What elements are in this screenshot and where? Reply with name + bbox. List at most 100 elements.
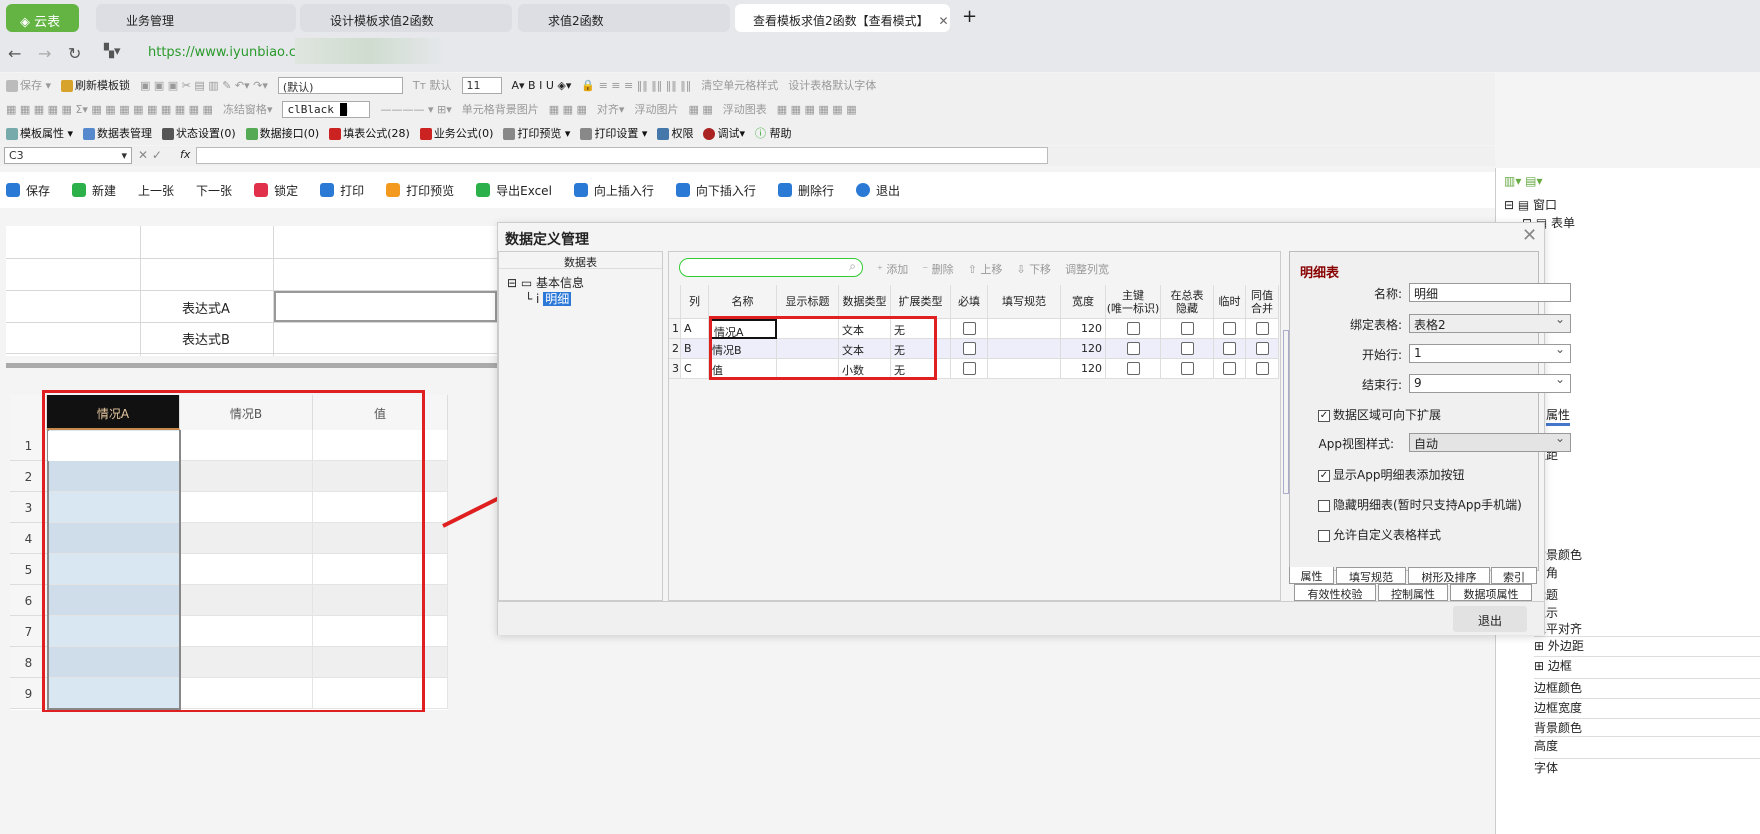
name-label: 名称:: [1373, 287, 1402, 301]
data-definition-dialog: 数据定义管理 ✕ 数据表 ⊟ ▭ 基本信息 └ i 明细 ⌕ ⁺ 添加 ⁻ 删除…: [497, 222, 1571, 635]
grid-cell[interactable]: [1246, 319, 1279, 339]
move-down-button[interactable]: ⇩ 下移: [1016, 261, 1051, 277]
grid-column-header[interactable]: 宽度: [1061, 285, 1106, 319]
grid-checkbox[interactable]: [1126, 322, 1140, 335]
grid-column-header[interactable]: 扩展类型: [891, 285, 951, 319]
delete-button[interactable]: ⁻ 删除: [922, 261, 953, 277]
grid-checkbox[interactable]: [1255, 362, 1269, 375]
grid-cell-text: 120: [1081, 342, 1102, 355]
grid-column-header[interactable]: 列: [681, 285, 709, 319]
app-view-label: App视图样式:: [1318, 437, 1395, 451]
datatable-panel: 数据表 ⊟ ▭ 基本信息 └ i 明细: [498, 251, 663, 601]
tree-basic-info[interactable]: ⊟ ▭ 基本信息: [507, 274, 584, 291]
grid-cell[interactable]: 120: [1061, 319, 1106, 339]
grid-cell-text: 120: [1081, 362, 1102, 375]
grid-cell[interactable]: [988, 359, 1061, 379]
grid-cell[interactable]: [988, 319, 1061, 339]
grid-checkbox[interactable]: [1180, 342, 1194, 355]
grid-cell[interactable]: A: [681, 319, 709, 339]
tab-index[interactable]: 索引: [1491, 567, 1537, 584]
grid-column-header[interactable]: 必填: [951, 285, 988, 319]
grid-checkbox[interactable]: [1223, 322, 1236, 335]
tab-validation[interactable]: 有效性校验: [1294, 584, 1376, 601]
hide-detail-checkbox[interactable]: 隐藏明细表(暂时只支持App手机端): [1318, 496, 1522, 513]
app-view-select[interactable]: 自动: [1409, 431, 1571, 452]
grid-cell[interactable]: 120: [1061, 339, 1106, 359]
grid-checkbox[interactable]: [1223, 342, 1236, 355]
grid-column-header[interactable]: 数据类型: [839, 285, 891, 319]
grid-cell[interactable]: 120: [1061, 359, 1106, 379]
grid-cell[interactable]: [1161, 339, 1214, 359]
tab-item-props[interactable]: 数据项属性: [1450, 584, 1532, 601]
grid-checkbox[interactable]: [1255, 322, 1269, 335]
tree-detail[interactable]: └ i 明细: [525, 290, 572, 307]
search-icon: ⌕: [849, 259, 856, 273]
grid-cell[interactable]: 2: [669, 339, 681, 359]
grid-cell[interactable]: [1214, 319, 1246, 339]
grid-column-header[interactable]: 主键 (唯一标识): [1106, 285, 1161, 319]
grid-cell[interactable]: [1106, 339, 1161, 359]
grid-column-header[interactable]: [669, 285, 681, 319]
grid-toolbar: ⁺ 添加 ⁻ 删除 ⇧ 上移 ⇩ 下移 调整列宽: [877, 261, 1109, 277]
grid-column-header[interactable]: 填写规范: [988, 285, 1061, 319]
grid-column-header[interactable]: 名称: [709, 285, 777, 319]
grid-cell[interactable]: [1106, 319, 1161, 339]
grid-cell[interactable]: [1246, 359, 1279, 379]
expand-checkbox[interactable]: ✓ 数据区域可向下扩展: [1318, 406, 1441, 423]
grid-checkbox[interactable]: [1223, 362, 1236, 375]
grid-cell[interactable]: C: [681, 359, 709, 379]
name-input[interactable]: 明细: [1409, 283, 1571, 302]
grid-cell[interactable]: [1106, 359, 1161, 379]
grid-cell-text: 120: [1081, 322, 1102, 335]
grid-checkbox[interactable]: [962, 322, 976, 335]
tab-properties[interactable]: 属性: [1289, 567, 1334, 584]
grid-checkbox[interactable]: [962, 362, 976, 375]
grid-checkbox[interactable]: [1126, 342, 1140, 355]
grid-cell[interactable]: [1161, 319, 1214, 339]
grid-column-header[interactable]: 同值 合并: [1246, 285, 1279, 319]
grid-checkbox[interactable]: [1126, 362, 1140, 375]
grid-checkbox[interactable]: [1180, 362, 1194, 375]
end-row-select[interactable]: 9: [1409, 372, 1571, 393]
close-icon[interactable]: ✕: [1522, 225, 1537, 246]
grid-column-header[interactable]: 临时: [1214, 285, 1246, 319]
grid-cell[interactable]: B: [681, 339, 709, 359]
start-row-label: 开始行:: [1361, 348, 1402, 362]
grid-cell[interactable]: 3: [669, 359, 681, 379]
bind-table-select[interactable]: 表格2: [1409, 312, 1571, 333]
grid-cell[interactable]: [951, 339, 988, 359]
highlight-box-grid: [709, 316, 937, 380]
show-add-button-checkbox[interactable]: ✓ 显示App明细表添加按钮: [1318, 466, 1464, 483]
grid-column-header[interactable]: 在总表 隐藏: [1161, 285, 1214, 319]
grid-cell[interactable]: [988, 339, 1061, 359]
field-search-input[interactable]: ⌕: [679, 258, 863, 277]
bind-table-label: 绑定表格:: [1349, 318, 1402, 332]
grid-cell[interactable]: 1: [669, 319, 681, 339]
add-button[interactable]: ⁺ 添加: [877, 261, 908, 277]
tab-tree-sort[interactable]: 树形及排序: [1408, 567, 1490, 584]
field-grid-panel: ⌕ ⁺ 添加 ⁻ 删除 ⇧ 上移 ⇩ 下移 调整列宽 列名称 显示标题 数据类型 扩展…: [668, 251, 1289, 601]
grid-cell[interactable]: [951, 359, 988, 379]
grid-cell[interactable]: [951, 319, 988, 339]
tab-control-props[interactable]: 控制属性: [1378, 584, 1448, 601]
grid-checkbox[interactable]: [1180, 322, 1194, 335]
grid-cell-text: 3: [672, 362, 679, 375]
move-up-button[interactable]: ⇧ 上移: [968, 261, 1003, 277]
datatable-header: 数据表: [499, 252, 662, 269]
start-row-select[interactable]: 1: [1409, 342, 1571, 363]
dialog-footer: 退出: [498, 601, 1544, 635]
grid-cell[interactable]: [1214, 359, 1246, 379]
grid-cell-text: A: [684, 322, 692, 335]
grid-checkbox[interactable]: [962, 342, 976, 355]
custom-style-checkbox[interactable]: 允许自定义表格样式: [1318, 526, 1441, 543]
grid-cell[interactable]: [1246, 339, 1279, 359]
tab-fill-rules[interactable]: 填写规范: [1336, 567, 1406, 584]
dialog-exit-button[interactable]: 退出: [1453, 606, 1527, 632]
grid-checkbox[interactable]: [1255, 342, 1269, 355]
grid-column-header[interactable]: 显示标题: [777, 285, 839, 319]
grid-cell[interactable]: [1161, 359, 1214, 379]
adjust-width-button[interactable]: 调整列宽: [1065, 261, 1109, 277]
grid-cell-text: 1: [672, 322, 679, 335]
grid-cell-text: B: [684, 342, 692, 355]
grid-cell[interactable]: [1214, 339, 1246, 359]
